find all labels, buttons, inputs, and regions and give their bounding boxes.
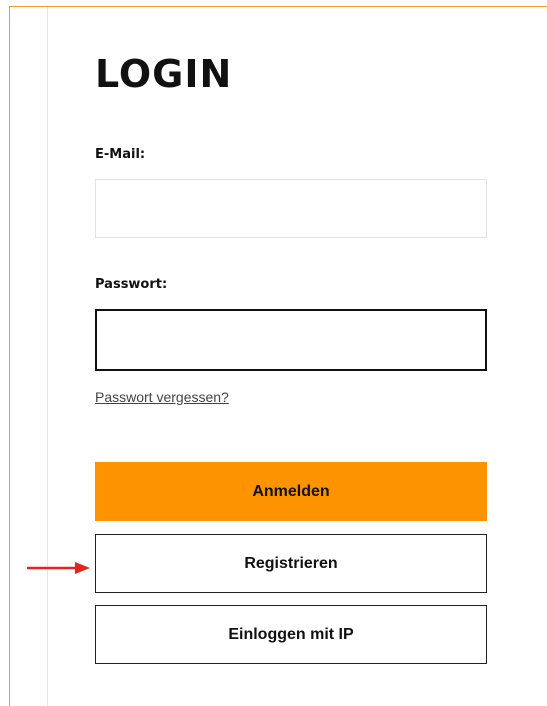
frame-top-border [9,6,547,7]
right-arrow-icon [27,562,90,574]
frame-left-border [9,6,10,706]
password-label: Passwort: [95,277,168,292]
register-button[interactable]: Registrieren [95,534,487,593]
page-title: LOGIN [95,52,233,96]
email-label: E-Mail: [95,147,146,162]
password-field[interactable] [95,309,487,371]
email-field[interactable] [95,179,487,238]
ip-login-button[interactable]: Einloggen mit IP [95,605,487,664]
content-divider [47,7,48,706]
forgot-password-link[interactable]: Passwort vergessen? [95,388,229,406]
login-button[interactable]: Anmelden [95,462,487,521]
